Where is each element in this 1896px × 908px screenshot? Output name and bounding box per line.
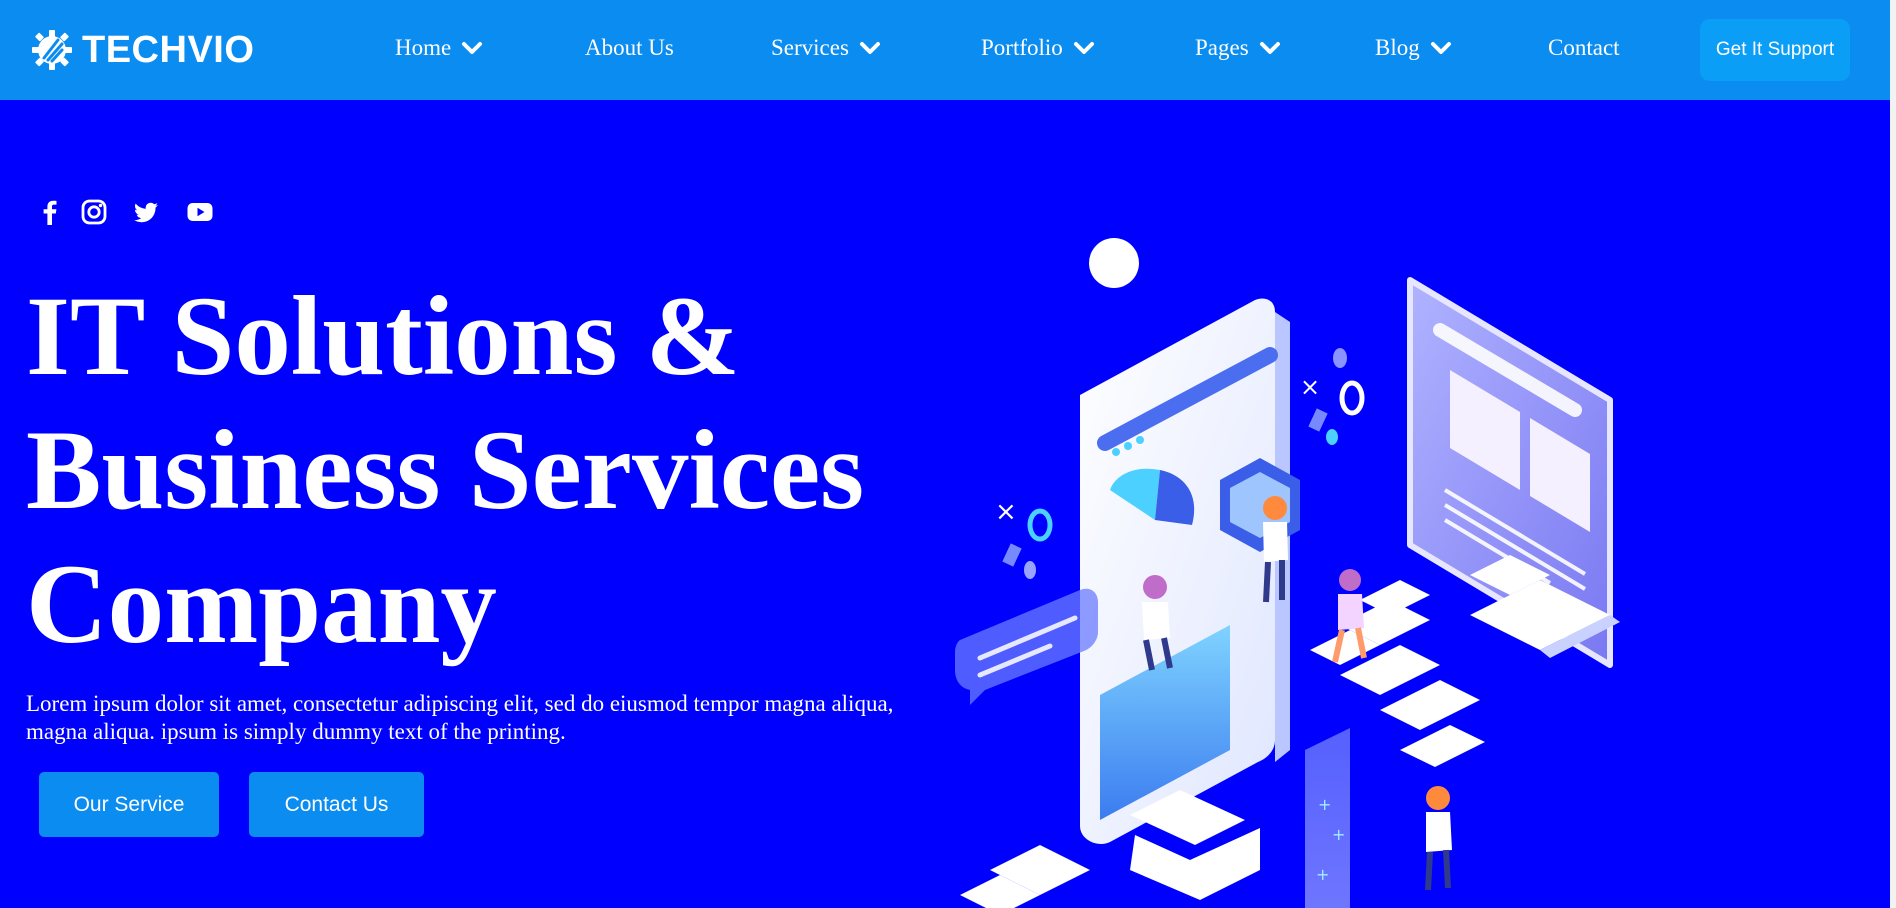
hero-title-line: Company — [26, 542, 497, 667]
nav-item-label: Blog — [1375, 35, 1420, 60]
nav-item-label: Home — [395, 35, 452, 60]
youtube-icon[interactable] — [186, 198, 214, 226]
chevron-down-icon — [1430, 42, 1451, 54]
hero-description: Lorem ipsum dolor sit amet, consectetur … — [26, 691, 894, 744]
svg-text:×: × — [995, 497, 1017, 527]
nav-item-about-us[interactable]: About Us — [585, 30, 674, 66]
hero-title-line: IT Solutions & — [26, 274, 740, 399]
instagram-icon[interactable] — [80, 198, 108, 226]
top-navigation-bar: TECHVIO Home About Us Services Portfolio… — [0, 0, 1896, 100]
nav-item-label: Portfolio — [981, 35, 1063, 60]
chevron-down-icon — [1259, 42, 1280, 54]
facebook-icon[interactable] — [36, 198, 64, 226]
nav-item-blog[interactable]: Blog — [1375, 30, 1452, 66]
svg-text:+: + — [1332, 825, 1345, 844]
nav-item-services[interactable]: Services — [771, 30, 881, 66]
person-figure — [1425, 786, 1452, 891]
hero-isometric-illustration: × × + + + — [930, 230, 1730, 908]
nav-item-contact[interactable]: Contact — [1548, 30, 1620, 66]
brand-logo[interactable]: TECHVIO — [30, 24, 254, 76]
page-edge — [1890, 0, 1896, 908]
logo-gear-icon — [32, 30, 72, 70]
brand-name: TECHVIO — [82, 28, 255, 71]
nav-item-home[interactable]: Home — [395, 30, 483, 66]
chevron-down-icon — [859, 42, 880, 54]
get-it-support-button[interactable]: Get It Support — [1700, 19, 1850, 81]
hero-title: IT Solutions & Business Services Company — [26, 270, 926, 672]
nav-item-label: Pages — [1195, 35, 1249, 60]
our-service-button[interactable]: Our Service — [39, 772, 219, 837]
nav-item-label: About Us — [585, 35, 674, 60]
nav-item-pages[interactable]: Pages — [1195, 30, 1281, 66]
nav-item-portfolio[interactable]: Portfolio — [981, 30, 1095, 66]
chevron-down-icon — [462, 42, 483, 54]
svg-text:+: + — [1318, 795, 1331, 814]
svg-text:+: + — [1316, 865, 1329, 884]
nav-item-label: Services — [771, 35, 849, 60]
nav-item-label: Contact — [1548, 35, 1620, 60]
contact-us-button[interactable]: Contact Us — [249, 772, 424, 837]
twitter-icon[interactable] — [132, 198, 160, 226]
chevron-down-icon — [1073, 42, 1094, 54]
hero-title-line: Business Services — [26, 408, 865, 533]
svg-text:×: × — [1300, 373, 1320, 401]
